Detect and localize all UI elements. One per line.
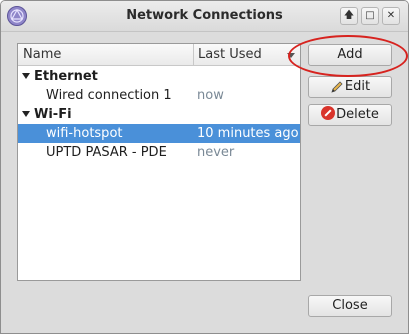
network-connections-window: Network Connections 🡅 □ ✕ Name Last Used… — [0, 0, 409, 334]
pencil-icon — [331, 80, 343, 93]
add-button-label: Add — [337, 47, 363, 62]
group-label: Ethernet — [34, 69, 98, 84]
add-button[interactable]: Add — [308, 44, 392, 66]
connection-last-used: 10 minutes ago — [197, 126, 299, 141]
group-label: Wi-Fi — [34, 107, 72, 122]
list-header: Name Last Used — [18, 44, 300, 66]
up-icon[interactable]: 🡅 — [340, 7, 358, 25]
delete-button-label: Delete — [336, 107, 379, 122]
column-header-name[interactable]: Name — [18, 44, 194, 66]
column-header-last-used[interactable]: Last Used — [194, 44, 300, 66]
maximize-icon[interactable]: □ — [361, 7, 379, 25]
list-item[interactable]: Wired connection 1 now — [18, 86, 300, 105]
list-item[interactable]: UPTD PASAR - PDE never — [18, 143, 300, 162]
connections-list[interactable]: Name Last Used Ethernet Wired connection… — [17, 43, 301, 281]
title-bar[interactable]: Network Connections 🡅 □ ✕ — [1, 1, 408, 32]
connection-name: UPTD PASAR - PDE — [46, 145, 167, 160]
edit-button-label: Edit — [344, 79, 371, 94]
group-row-ethernet[interactable]: Ethernet — [18, 67, 300, 86]
list-item-selected[interactable]: wifi-hotspot 10 minutes ago — [18, 124, 300, 143]
sort-arrow-icon — [287, 53, 295, 58]
column-header-last-used-label: Last Used — [198, 47, 262, 62]
close-icon[interactable]: ✕ — [382, 7, 400, 25]
connection-last-used: now — [197, 88, 224, 103]
delete-button[interactable]: Delete — [308, 104, 392, 126]
close-button-label: Close — [332, 298, 368, 313]
connection-name: wifi-hotspot — [46, 126, 123, 141]
delete-icon — [321, 106, 336, 120]
expand-triangle-icon[interactable] — [22, 73, 30, 79]
connection-last-used: never — [197, 145, 235, 160]
group-row-wifi[interactable]: Wi-Fi — [18, 105, 300, 124]
close-button[interactable]: Close — [308, 295, 392, 317]
edit-button[interactable]: Edit — [308, 76, 392, 98]
connection-name: Wired connection 1 — [46, 88, 172, 103]
expand-triangle-icon[interactable] — [22, 111, 30, 117]
